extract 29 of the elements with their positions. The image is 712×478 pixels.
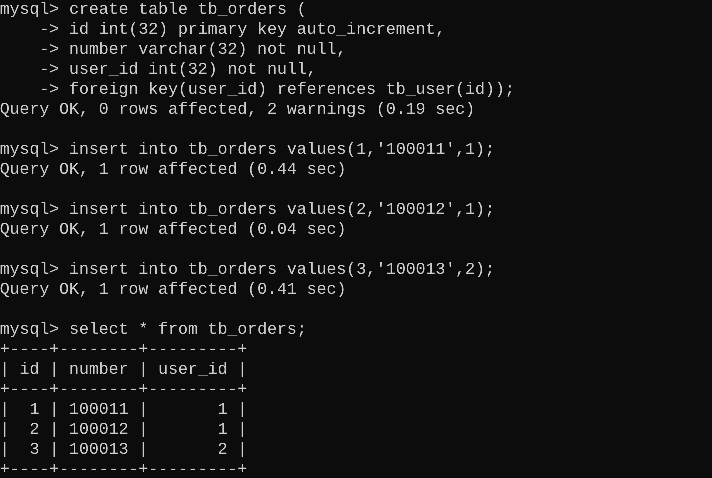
command-text: create table tb_orders ( <box>69 0 307 20</box>
command-text: user_id int(32) not null, <box>69 60 317 80</box>
output-text: Query OK, 1 row affected (0.04 sec) <box>0 220 347 240</box>
prompt-text: -> <box>40 20 60 40</box>
command-text: number varchar(32) not null, <box>69 40 347 60</box>
prompt-text: -> <box>40 40 60 60</box>
output-text: +----+--------+---------+ <box>0 340 248 360</box>
command-text: select * from tb_orders; <box>69 320 307 340</box>
output-text: Query OK, 1 row affected (0.41 sec) <box>0 280 347 300</box>
prompt-text: mysql> <box>0 0 60 20</box>
prompt-text: mysql> <box>0 200 60 220</box>
prompt-text: -> <box>40 60 60 80</box>
prompt-text: mysql> <box>0 320 60 340</box>
output-text: | 1 | 100011 | 1 | <box>0 400 248 420</box>
command-text: insert into tb_orders values(1,'100011',1); <box>69 140 496 160</box>
output-text: Query OK, 0 rows affected, 2 warnings (0.19 sec) <box>0 100 476 120</box>
output-text: Query OK, 1 row affected (0.44 sec) <box>0 160 347 180</box>
command-text: foreign key(user_id) references tb_user(id)); <box>69 80 515 100</box>
output-text: | 2 | 100012 | 1 | <box>0 420 248 440</box>
command-text: id int(32) primary key auto_increment, <box>69 20 446 40</box>
prompt-text: mysql> <box>0 260 60 280</box>
output-text: +----+--------+---------+ <box>0 460 248 478</box>
command-text: insert into tb_orders values(3,'100013',2); <box>69 260 496 280</box>
prompt-text: -> <box>40 80 60 100</box>
output-text: | 3 | 100013 | 2 | <box>0 440 248 460</box>
output-text: +----+--------+---------+ <box>0 380 248 400</box>
output-text: | id | number | user_id | <box>0 360 248 380</box>
prompt-text: mysql> <box>0 140 60 160</box>
command-text: insert into tb_orders values(2,'100012',1); <box>69 200 496 220</box>
